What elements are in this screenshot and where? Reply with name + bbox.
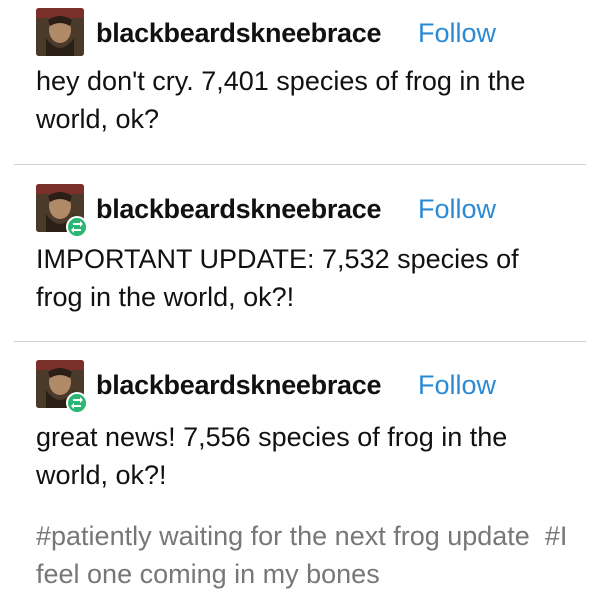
username[interactable]: blackbeardskneebrace: [96, 194, 381, 225]
username[interactable]: blackbeardskneebrace: [96, 18, 381, 49]
post-text: hey don't cry. 7,401 species of frog in …: [36, 66, 526, 134]
post-header: blackbeardskneebrace Follow: [36, 8, 576, 68]
divider: [14, 341, 586, 342]
post-text: great news! 7,556 species of frog in the…: [36, 422, 508, 490]
reblog-icon: [66, 216, 88, 238]
divider: [14, 164, 586, 165]
avatar[interactable]: [36, 8, 84, 56]
post-header: blackbeardskneebrace Follow: [36, 184, 576, 244]
follow-button[interactable]: Follow: [418, 370, 496, 401]
post-header: blackbeardskneebrace Follow: [36, 360, 576, 420]
follow-button[interactable]: Follow: [418, 18, 496, 49]
tag-link[interactable]: #patiently waiting for the next frog upd…: [36, 521, 530, 551]
follow-button[interactable]: Follow: [418, 194, 496, 225]
post-tags: #patiently waiting for the next frog upd…: [36, 517, 576, 593]
username[interactable]: blackbeardskneebrace: [96, 370, 381, 401]
post-text: IMPORTANT UPDATE: 7,532 species of frog …: [36, 244, 519, 312]
reblog-icon: [66, 392, 88, 414]
